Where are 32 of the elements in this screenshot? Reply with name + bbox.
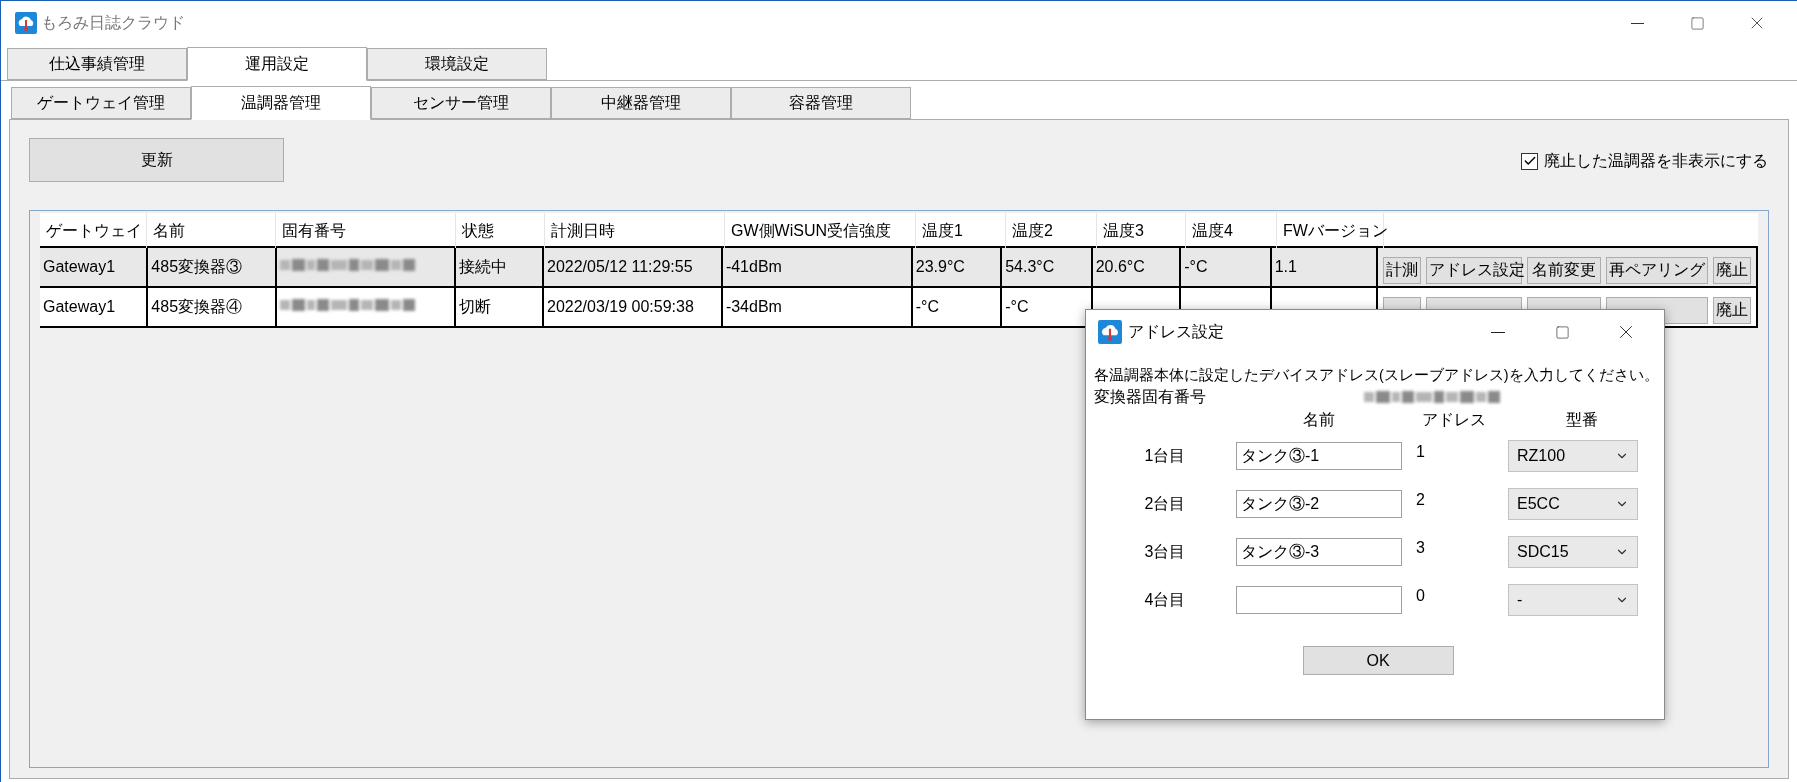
table-cell-text: 接続中 [458, 257, 507, 277]
address-value: 3 [1416, 539, 1425, 556]
table-cell-text: -°C [1005, 297, 1029, 317]
row-label: 4台目 [1144, 590, 1186, 610]
table-cell-text: 切断 [458, 297, 491, 317]
serial-label: 変換器固有番号 [1094, 387, 1207, 408]
table-cell-text: 20.6°C [1095, 257, 1145, 277]
table-cell-text: 485変換器③ [151, 257, 243, 277]
row-label: 2台目 [1144, 494, 1186, 514]
address-value: 2 [1416, 491, 1425, 508]
table-cell-text: Gateway1 [43, 297, 116, 317]
table-cell-text: -°C [1184, 257, 1208, 277]
table-cell-text: 2022/05/12 11:29:55 [547, 257, 693, 277]
table-cell-text: 485変換器④ [151, 297, 243, 317]
table-cell-text: -41dBm [725, 257, 782, 277]
row-label: 3台目 [1144, 542, 1186, 562]
instruction-text: 各温調器本体に設定したデバイスアドレス(スレーブアドレス)を入力してください。 [1094, 366, 1659, 385]
table-cell-text: 23.9°C [915, 257, 965, 277]
table-cell-text: Gateway1 [43, 257, 116, 277]
table-cell-text: 1.1 [1274, 257, 1297, 277]
window-title: もろみ日誌クラウド [41, 13, 185, 33]
table-cell-text: 54.3°C [1005, 257, 1055, 277]
table-cell-text: -°C [915, 297, 939, 317]
checkbox-label: 廃止した温調器を非表示にする [1544, 151, 1768, 171]
row-label: 1台目 [1144, 446, 1186, 466]
table-cell-text: 2022/03/19 00:59:38 [547, 297, 694, 317]
address-value: 1 [1416, 443, 1425, 460]
column-header: 型番 [1565, 410, 1598, 430]
address-value: 0 [1416, 587, 1425, 604]
column-header: アドレス [1422, 410, 1487, 430]
column-header: 名前 [1302, 410, 1335, 430]
table-cell-text: -34dBm [725, 297, 782, 317]
